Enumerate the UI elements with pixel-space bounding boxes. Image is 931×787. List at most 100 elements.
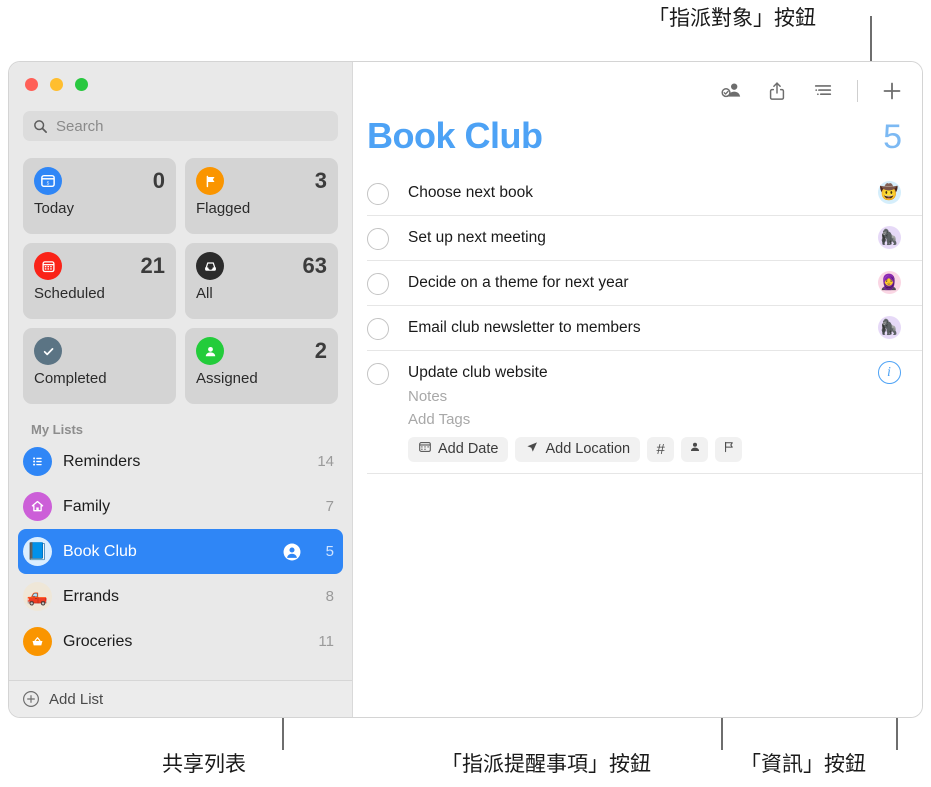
smart-list-completed[interactable]: Completed [23,328,176,404]
my-lists: Reminders 14 Family 7 📘 Book Club 5 🛻 Er… [18,439,343,717]
task-title: Email club newsletter to members [408,319,641,336]
truck-icon: 🛻 [23,582,52,611]
page-title: Book Club [367,115,543,156]
avatar[interactable]: 🧕 [877,271,901,294]
add-tags-field[interactable]: Add Tags [408,411,874,428]
add-reminder-button[interactable] [880,79,904,103]
smart-list-label: Today [34,200,75,217]
smart-list-label: Flagged [196,200,251,217]
task-complete-toggle[interactable] [367,183,389,205]
notes-field[interactable]: Notes [408,388,874,405]
add-list-label: Add List [49,690,104,708]
calendar-icon [418,440,432,458]
search-input[interactable]: Search [23,111,338,141]
smart-list-scheduled[interactable]: 21 Scheduled [23,243,176,319]
svg-text:5: 5 [47,180,50,186]
list-item-count: 14 [317,453,334,470]
add-location-button[interactable]: Add Location [515,436,641,462]
task-row-expanded[interactable]: Update club website Notes Add Tags Add D… [367,351,922,474]
person-icon [196,337,224,365]
search-icon [33,119,48,134]
location-icon [525,440,539,458]
task-row[interactable]: Decide on a theme for next year 🧕 [367,261,922,306]
list-item-label: Errands [63,587,120,605]
checkmark-icon [34,337,62,365]
flag-icon [722,440,736,458]
task-list: Choose next book 🤠 Set up next meeting 🦍 [353,171,922,474]
annotation-assign-reminder-caption: 「指派提醒事項」按鈕 [441,753,651,776]
assign-to-button[interactable] [719,79,743,103]
smart-list-all[interactable]: 63 All [185,243,338,319]
avatar[interactable]: 🦍 [877,316,901,339]
basket-icon [23,627,52,656]
list-item-family[interactable]: Family 7 [18,484,343,529]
list-item-label: Reminders [63,452,141,470]
task-title: Decide on a theme for next year [408,274,629,291]
flag-button[interactable] [715,436,743,462]
task-complete-toggle[interactable] [367,363,389,385]
task-action-chips: Add Date Add Location # [408,436,874,462]
annotation-info-caption: 「資訊」按鈕 [740,753,866,776]
list-item-count: 5 [325,543,334,560]
plus-circle-icon [22,690,40,708]
list-item-label: Family [63,497,111,515]
add-date-button[interactable]: Add Date [408,436,509,462]
avatar[interactable]: 🤠 [877,181,901,204]
task-title: Set up next meeting [408,229,546,246]
share-button[interactable] [765,79,789,103]
task-complete-toggle[interactable] [367,228,389,250]
smart-list-count: 21 [140,253,165,278]
toolbar [353,62,922,119]
annotation-shared-list-caption: 共享列表 [162,753,246,776]
close-button[interactable] [25,78,38,91]
task-complete-toggle[interactable] [367,318,389,340]
annotation-assign-to-caption: 「指派對象」按鈕 [648,7,816,30]
smart-list-today[interactable]: 5 0 Today [23,158,176,234]
house-icon [23,492,52,521]
zoom-button[interactable] [75,78,88,91]
avatar[interactable]: 🦍 [877,226,901,249]
list-item-reminders[interactable]: Reminders 14 [18,439,343,484]
list-item-label: Groceries [63,632,133,650]
smart-list-count: 2 [314,338,327,363]
smart-list-label: Assigned [196,370,258,387]
list-item-count: 8 [325,588,334,605]
add-date-label: Add Date [438,441,499,458]
smart-list-count: 0 [152,168,165,193]
list-item-groceries[interactable]: Groceries 11 [18,619,343,664]
smart-list-assigned[interactable]: 2 Assigned [185,328,338,404]
my-lists-header: My Lists [31,422,84,437]
main-panel: Book Club 5 Choose next book 🤠 Set up ne… [352,62,922,717]
minimize-button[interactable] [50,78,63,91]
list-item-count: 11 [318,633,334,650]
inbox-icon [196,252,224,280]
task-row[interactable]: Set up next meeting 🦍 [367,216,922,261]
assign-reminder-button[interactable] [681,436,709,462]
task-row[interactable]: Choose next book 🤠 [367,171,922,216]
view-options-button[interactable] [811,79,835,103]
smart-list-flagged[interactable]: 3 Flagged [185,158,338,234]
info-button[interactable]: i [877,361,901,384]
smart-list-count: 63 [302,253,327,278]
search-placeholder: Search [56,117,104,135]
traffic-lights [9,62,352,94]
list-item-book-club[interactable]: 📘 Book Club 5 [18,529,343,574]
task-title: Choose next book [408,184,533,201]
reminders-window: Search 5 0 Today 3 Flagged 21 Scheduled … [9,62,922,717]
calendar-today-icon: 5 [34,167,62,195]
smart-list-label: Completed [34,370,107,387]
add-location-label: Add Location [545,441,631,458]
flag-icon [196,167,224,195]
add-list-button[interactable]: Add List [9,680,352,717]
task-complete-toggle[interactable] [367,273,389,295]
task-row[interactable]: Email club newsletter to members 🦍 [367,306,922,351]
list-item-errands[interactable]: 🛻 Errands 8 [18,574,343,619]
sidebar: Search 5 0 Today 3 Flagged 21 Scheduled … [9,62,352,717]
smart-list-count: 3 [314,168,327,193]
add-tag-button[interactable]: # [647,436,675,462]
list-total-count: 5 [883,118,902,156]
task-title: Update club website [408,364,548,381]
list-header: Book Club 5 [353,115,922,157]
shared-list-icon[interactable] [282,542,302,562]
book-icon: 📘 [23,537,52,566]
